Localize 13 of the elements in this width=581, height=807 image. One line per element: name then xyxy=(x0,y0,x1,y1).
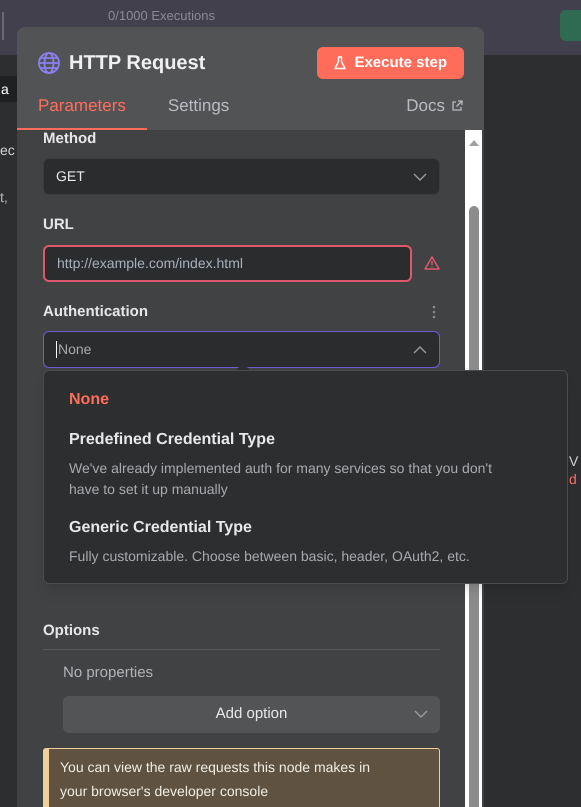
field-label: Authentication xyxy=(43,302,148,322)
background-text: V xyxy=(569,453,578,470)
background-text: a xyxy=(0,76,17,102)
field-label: Method xyxy=(43,128,96,148)
background-text: t, xyxy=(0,188,9,207)
background-text: ec xyxy=(0,141,16,160)
panel-title: HTTP Request xyxy=(69,51,206,76)
field-label: URL xyxy=(43,215,74,235)
executions-label: 0/1000 Executions xyxy=(108,8,215,24)
background-text: d xyxy=(569,471,578,488)
options-label: Options xyxy=(43,620,440,650)
empty-text: No properties xyxy=(63,662,154,682)
notice-text: You can view the raw requests this node makes in your browser's developer console xyxy=(60,759,370,799)
